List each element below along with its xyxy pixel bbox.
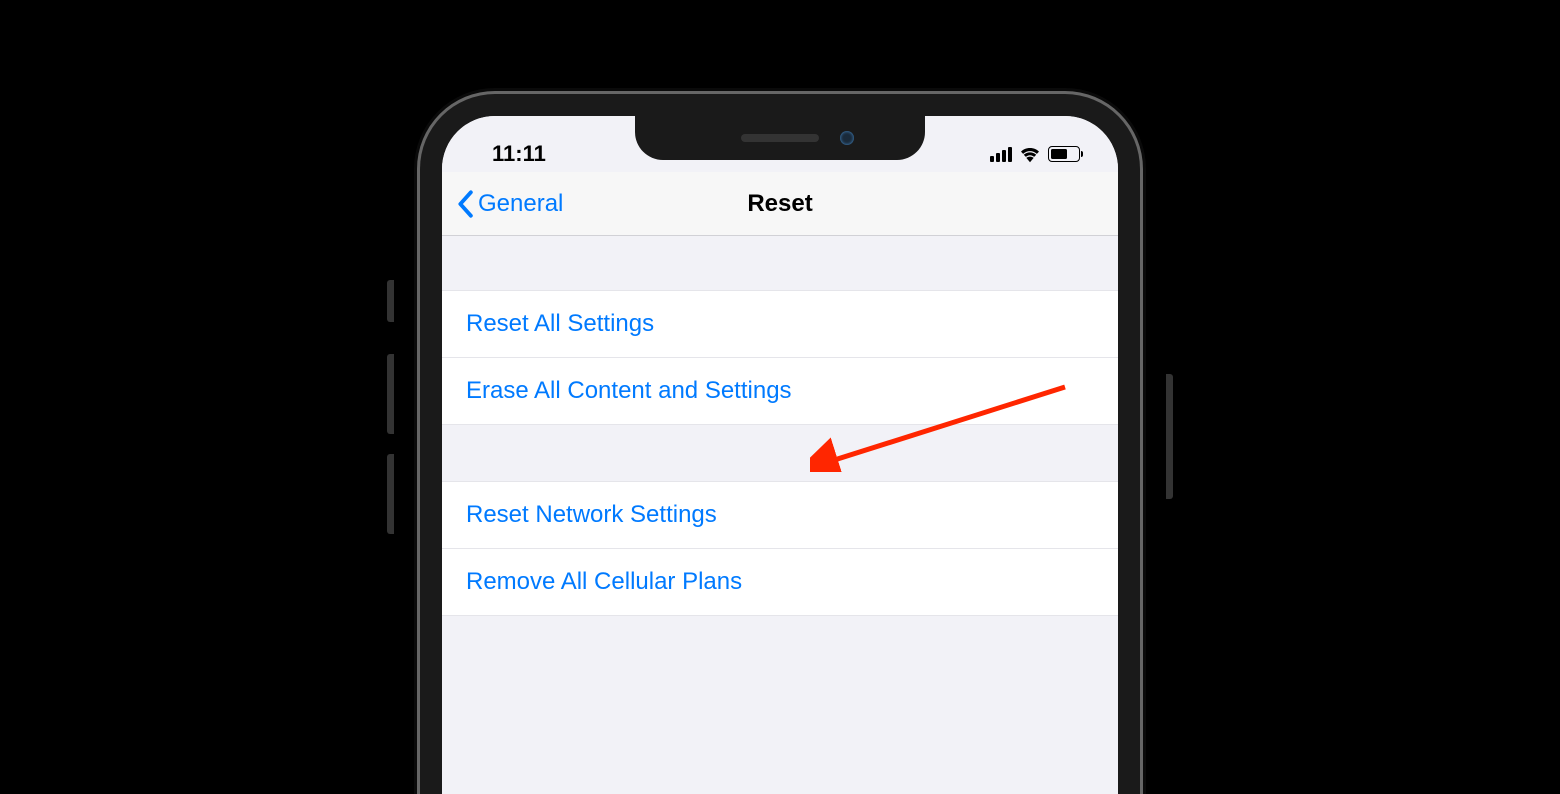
phone-device-mockup: 11:11 — [420, 94, 1140, 794]
power-button — [1166, 374, 1173, 499]
front-camera — [840, 131, 854, 145]
wifi-icon — [1019, 145, 1041, 163]
reset-all-settings-item[interactable]: Reset All Settings — [442, 290, 1118, 358]
remove-cellular-plans-item[interactable]: Remove All Cellular Plans — [442, 549, 1118, 616]
notch — [635, 116, 925, 160]
navigation-bar: General Reset — [442, 172, 1118, 236]
speaker — [741, 134, 819, 142]
volume-up-button — [387, 354, 394, 434]
chevron-left-icon — [456, 190, 474, 218]
page-title: Reset — [747, 190, 812, 218]
list-group-2: Reset Network Settings Remove All Cellul… — [442, 481, 1118, 616]
cellular-signal-icon — [990, 147, 1012, 162]
phone-frame: 11:11 — [420, 94, 1140, 794]
back-label: General — [478, 190, 563, 218]
list-group-1: Reset All Settings Erase All Content and… — [442, 290, 1118, 425]
erase-all-content-item[interactable]: Erase All Content and Settings — [442, 358, 1118, 425]
screen: 11:11 — [442, 116, 1118, 794]
mute-switch — [387, 280, 394, 322]
back-button[interactable]: General — [456, 190, 563, 218]
status-indicators — [990, 145, 1089, 163]
battery-icon — [1048, 146, 1084, 162]
settings-list: Reset All Settings Erase All Content and… — [442, 290, 1118, 616]
reset-network-settings-item[interactable]: Reset Network Settings — [442, 481, 1118, 549]
status-time: 11:11 — [472, 141, 546, 167]
volume-down-button — [387, 454, 394, 534]
